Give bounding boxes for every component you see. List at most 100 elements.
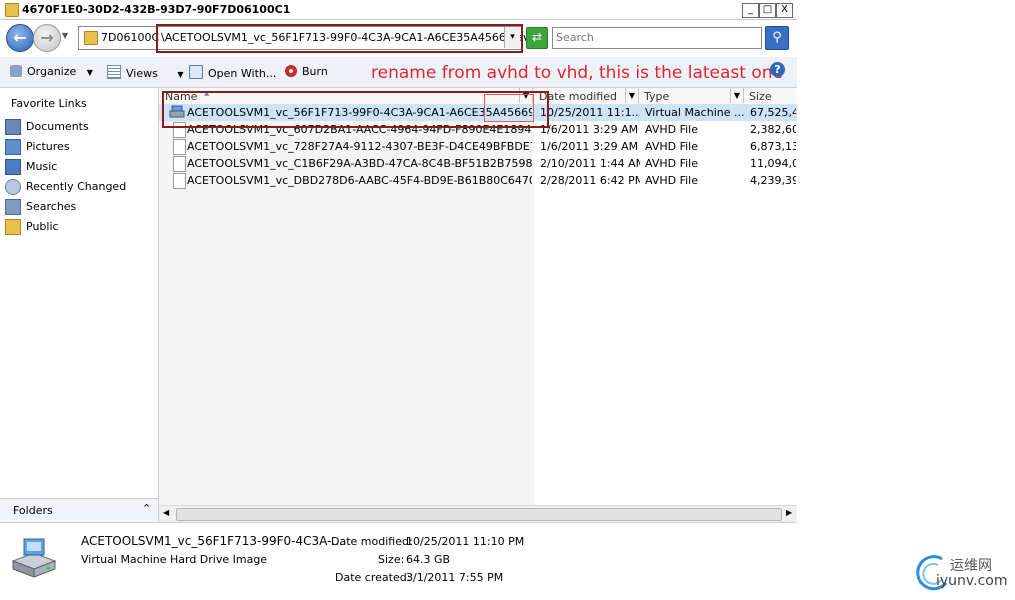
file-date: 2/28/2011 6:42 PM	[540, 174, 640, 187]
table-row[interactable]: ACETOOLSVM1_vc_728F27A4-9112-4307-BE3F-D…	[159, 138, 797, 155]
open-with-icon	[189, 65, 203, 79]
file-date: 1/6/2011 3:29 AM	[540, 140, 639, 153]
folders-toggle[interactable]: Folders ⌃	[0, 498, 159, 522]
burn-label: Burn	[302, 65, 328, 78]
chevron-down-icon[interactable]: ▼	[730, 88, 744, 103]
file-icon	[173, 139, 186, 155]
chevron-up-icon: ⌃	[142, 502, 152, 515]
sidebar-item-recently-changed[interactable]: Recently Changed	[0, 178, 158, 196]
column-header-type[interactable]: Type	[644, 90, 669, 103]
refresh-icon: ⇄	[531, 30, 543, 44]
sidebar-item-label: Searches	[26, 200, 77, 213]
scrollbar-thumb[interactable]	[176, 508, 782, 521]
extension-highlight-box	[484, 94, 534, 122]
chevron-down-icon: ▼	[177, 70, 184, 79]
help-icon[interactable]: ?	[770, 62, 785, 77]
file-type: AVHD File	[645, 157, 698, 170]
recent-pages-dropdown-icon[interactable]: ▼	[62, 31, 68, 40]
file-size: 67,525,4	[750, 106, 796, 119]
scroll-left-icon[interactable]: ◀	[163, 508, 169, 517]
horizontal-scrollbar[interactable]: ◀ ▶	[159, 505, 797, 522]
scroll-right-icon[interactable]: ▶	[786, 508, 792, 517]
chevron-down-icon: ▼	[86, 68, 93, 77]
open-with-button[interactable]: Open With...	[189, 65, 276, 80]
sidebar-item-label: Music	[26, 160, 58, 173]
table-row[interactable]: ACETOOLSVM1_vc_C1B6F29A-A3BD-47CA-8C4B-B…	[159, 155, 797, 172]
search-input[interactable]	[553, 28, 756, 46]
file-type: AVHD File	[645, 140, 698, 153]
burn-button[interactable]: Burn	[285, 65, 328, 78]
organize-menu[interactable]: Organize ▼	[10, 65, 93, 78]
details-file-kind: Virtual Machine Hard Drive Image	[81, 553, 268, 566]
address-highlight-box	[156, 24, 523, 53]
back-arrow-icon: ←	[13, 28, 27, 47]
folder-icon	[5, 3, 19, 17]
sidebar-item-pictures[interactable]: Pictures	[0, 138, 158, 156]
file-date: 10/25/2011 11:1...	[540, 106, 640, 119]
details-file-name: ACETOOLSVM1_vc_56F1F713-99F0-4C3A-...	[81, 534, 343, 548]
explorer-window: 4670F1E0-30D2-432B-93D7-90F7D06100C1 _ □…	[0, 0, 797, 600]
organize-label: Organize	[27, 65, 77, 78]
details-pane: ACETOOLSVM1_vc_56F1F713-99F0-4C3A-... Vi…	[0, 522, 797, 600]
sidebar-item-music[interactable]: Music	[0, 158, 158, 176]
virtual-hard-disk-icon	[11, 538, 57, 578]
recently-changed-icon	[5, 179, 21, 195]
open-with-label: Open With...	[208, 67, 277, 80]
search-button[interactable]: ⚲	[765, 26, 789, 50]
folder-icon	[5, 219, 21, 235]
file-date: 2/10/2011 1:44 AM	[540, 157, 640, 170]
sidebar-item-documents[interactable]: Documents	[0, 118, 158, 136]
window-title: 4670F1E0-30D2-432B-93D7-90F7D06100C1	[22, 3, 291, 16]
page-margin	[797, 0, 1015, 599]
sidebar-item-public[interactable]: Public	[0, 218, 158, 236]
sidebar-item-label: Documents	[26, 120, 89, 133]
file-date: 1/6/2011 3:29 AM	[540, 123, 639, 136]
burn-disc-icon	[285, 65, 297, 77]
maximize-button[interactable]: □	[759, 3, 776, 18]
documents-icon	[5, 119, 21, 135]
search-box[interactable]	[552, 27, 762, 49]
file-type: Virtual Machine ...	[645, 106, 745, 119]
music-icon	[5, 159, 21, 175]
forward-arrow-icon: →	[40, 28, 54, 47]
details-date-created-label: Date created:	[335, 571, 411, 584]
watermark-cn: 运维网	[950, 558, 992, 574]
folder-icon	[84, 31, 98, 45]
organize-icon	[10, 65, 22, 77]
watermark-en: iyunv.com	[936, 573, 1008, 589]
title-bar: 4670F1E0-30D2-432B-93D7-90F7D06100C1 _ □…	[0, 0, 797, 20]
minimize-button[interactable]: _	[742, 3, 759, 18]
refresh-button[interactable]: ⇄	[526, 27, 548, 49]
file-size: 6,873,13	[750, 140, 796, 153]
sidebar-item-searches[interactable]: Searches	[0, 198, 158, 216]
forward-button[interactable]: →	[33, 24, 61, 52]
file-type: AVHD File	[645, 174, 698, 187]
table-row[interactable]: ACETOOLSVM1_vc_DBD278D6-AABC-45F4-BD9E-B…	[159, 172, 797, 189]
pictures-icon	[5, 139, 21, 155]
details-date-created: 3/1/2011 7:55 PM	[406, 571, 504, 584]
searches-icon	[5, 199, 21, 215]
file-name: ACETOOLSVM1_vc_C1B6F29A-A3BD-47CA-8C4B-B…	[187, 157, 532, 170]
breadcrumb[interactable]: 7D06100C	[101, 31, 159, 44]
details-size: 64.3 GB	[406, 553, 451, 566]
file-icon	[173, 156, 186, 172]
search-icon: ⚲	[772, 30, 782, 45]
back-button[interactable]: ←	[6, 24, 34, 52]
favorite-links-heading: Favorite Links	[11, 97, 87, 110]
column-header-size[interactable]: Size	[749, 90, 772, 103]
column-header-date[interactable]: Date modified	[539, 90, 617, 103]
details-size-label: Size:	[378, 553, 405, 566]
sidebar-item-label: Recently Changed	[26, 180, 127, 193]
close-button[interactable]: X	[776, 3, 793, 18]
file-name: ACETOOLSVM1_vc_728F27A4-9112-4307-BE3F-D…	[187, 140, 532, 153]
file-size: 11,094,0	[750, 157, 796, 170]
file-type: AVHD File	[645, 123, 698, 136]
views-menu[interactable]: Views ▼	[107, 65, 184, 80]
sidebar-item-label: Pictures	[26, 140, 70, 153]
file-name: ACETOOLSVM1_vc_DBD278D6-AABC-45F4-BD9E-B…	[187, 174, 532, 187]
navigation-pane: Favorite Links Documents Pictures Music …	[0, 88, 159, 498]
views-icon	[107, 65, 121, 79]
chevron-down-icon[interactable]: ▼	[625, 88, 639, 103]
file-size: 2,382,60	[750, 123, 796, 136]
file-size: 4,239,39	[750, 174, 796, 187]
